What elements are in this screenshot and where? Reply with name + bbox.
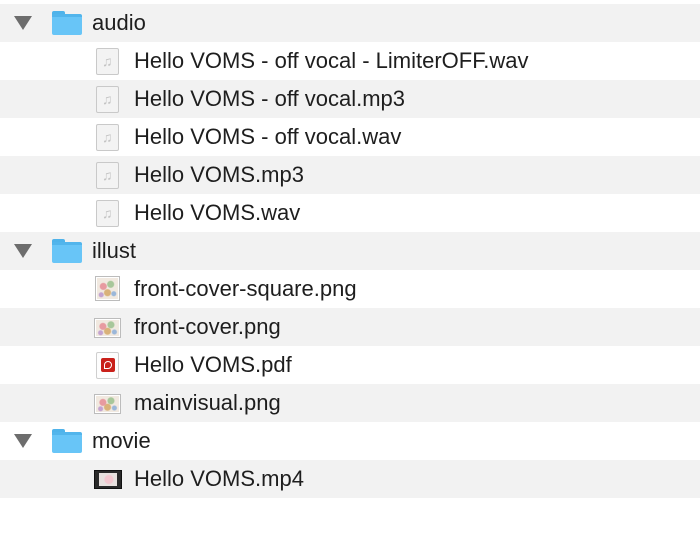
file-row[interactable]: mainvisual.png — [0, 384, 700, 422]
file-row[interactable]: ♫ Hello VOMS.mp3 — [0, 156, 700, 194]
folder-icon — [52, 429, 82, 453]
audio-file-icon: ♫ — [96, 86, 119, 113]
audio-file-icon: ♫ — [96, 48, 119, 75]
file-row[interactable]: front-cover-square.png — [0, 270, 700, 308]
folder-name: movie — [92, 428, 151, 453]
folder-name: illust — [92, 238, 137, 263]
folder-name: audio — [92, 10, 146, 35]
file-name: Hello VOMS - off vocal.mp3 — [134, 86, 406, 111]
disclosure-triangle-icon[interactable] — [14, 244, 32, 258]
file-row[interactable]: ♫ Hello VOMS.wav — [0, 194, 700, 232]
file-name: Hello VOMS.mp3 — [134, 162, 304, 187]
audio-file-icon: ♫ — [96, 124, 119, 151]
audio-file-icon: ♫ — [96, 162, 119, 189]
file-name: Hello VOMS.mp4 — [134, 466, 304, 491]
file-row[interactable]: Hello VOMS.pdf — [0, 346, 700, 384]
file-row[interactable]: front-cover.png — [0, 308, 700, 346]
file-name: mainvisual.png — [134, 390, 281, 415]
folder-icon — [52, 239, 82, 263]
pdf-file-icon — [96, 352, 119, 379]
file-name: front-cover.png — [134, 314, 281, 339]
disclosure-triangle-icon[interactable] — [14, 434, 32, 448]
file-name: Hello VOMS - off vocal.wav — [134, 124, 402, 149]
file-row[interactable]: ♫ Hello VOMS - off vocal - LimiterOFF.wa… — [0, 42, 700, 80]
disclosure-triangle-icon[interactable] — [14, 16, 32, 30]
movie-thumbnail-icon — [94, 470, 122, 489]
audio-file-icon: ♫ — [96, 200, 119, 227]
image-thumbnail-icon — [95, 276, 120, 301]
folder-row-audio[interactable]: audio — [0, 4, 700, 42]
folder-row-illust[interactable]: illust — [0, 232, 700, 270]
file-row[interactable]: ♫ Hello VOMS - off vocal.wav — [0, 118, 700, 156]
file-row[interactable]: ♫ Hello VOMS - off vocal.mp3 — [0, 80, 700, 118]
folder-row-movie[interactable]: movie — [0, 422, 700, 460]
folder-icon — [52, 11, 82, 35]
file-name: Hello VOMS.pdf — [134, 352, 292, 377]
file-row[interactable]: Hello VOMS.mp4 — [0, 460, 700, 498]
file-list: audio ♫ Hello VOMS - off vocal - Limiter… — [0, 4, 700, 498]
image-thumbnail-icon — [94, 394, 121, 414]
file-name: Hello VOMS - off vocal - LimiterOFF.wav — [134, 48, 529, 73]
image-thumbnail-icon — [94, 318, 121, 338]
file-name: front-cover-square.png — [134, 276, 357, 301]
file-name: Hello VOMS.wav — [134, 200, 301, 225]
